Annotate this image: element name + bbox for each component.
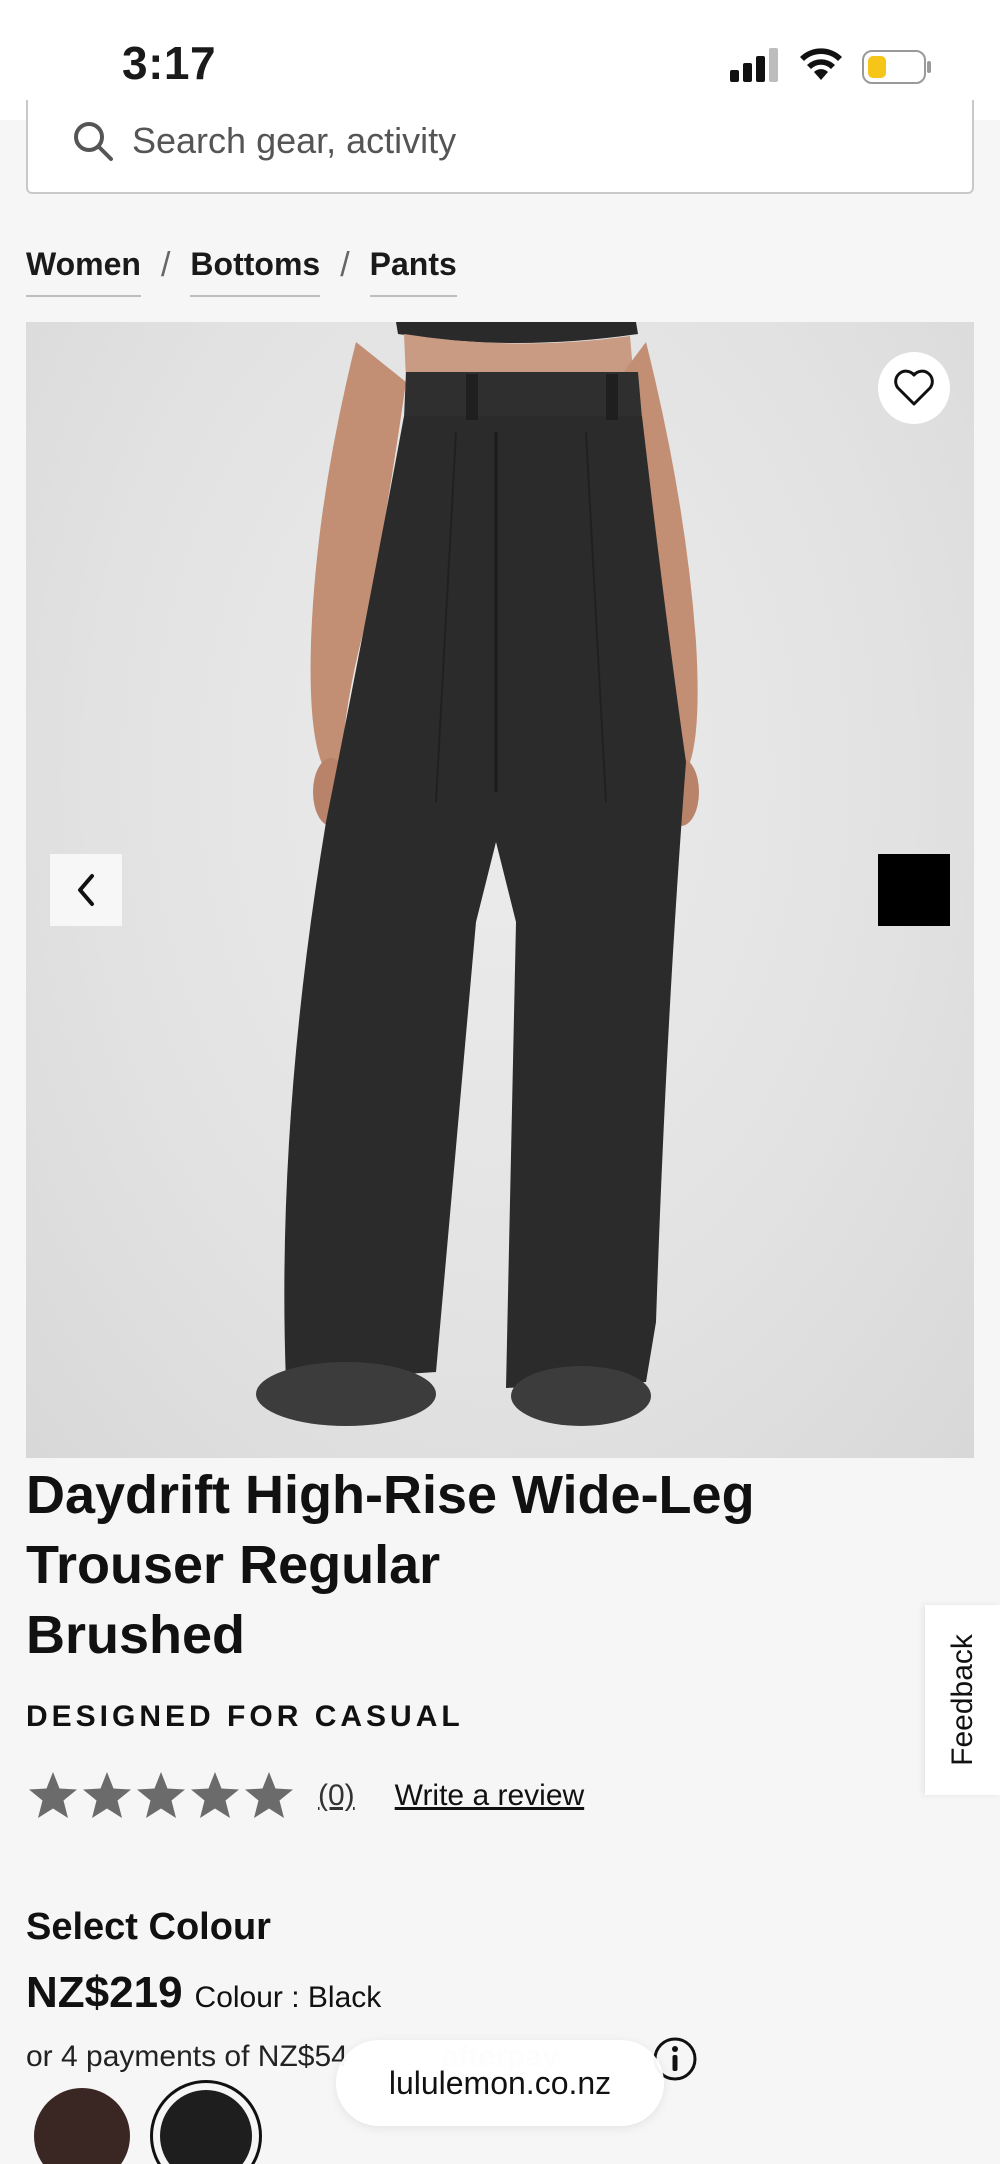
- heart-icon: [894, 369, 934, 406]
- search-input[interactable]: Search gear, activity: [132, 120, 456, 162]
- status-time: 3:17: [122, 37, 217, 89]
- colour-label: Colour : Black: [194, 1981, 382, 2014]
- breadcrumb-pants[interactable]: Pants: [369, 246, 457, 297]
- select-colour-heading: Select Colour: [26, 1906, 271, 1948]
- star-icon: [245, 1772, 293, 1818]
- wishlist-button[interactable]: [878, 352, 950, 424]
- designed-for-label: DESIGNED FOR CASUAL: [26, 1700, 464, 1733]
- product-title-line: Brushed: [26, 1605, 246, 1665]
- price-row: NZ$219 Colour : Black: [26, 1968, 381, 2018]
- battery-icon: [862, 50, 931, 84]
- product-page: 3:17 Search gear, activity Women / Botto: [0, 0, 1000, 2164]
- write-review-link[interactable]: Write a review: [395, 1779, 585, 1813]
- breadcrumb-bottoms[interactable]: Bottoms: [190, 246, 321, 297]
- colour-swatch-brown[interactable]: [34, 2088, 130, 2164]
- search-bar[interactable]: Search gear, activity: [26, 100, 974, 194]
- previous-image-button[interactable]: [50, 854, 122, 926]
- breadcrumb-women[interactable]: Women: [26, 246, 141, 297]
- browser-url-bar[interactable]: lululemon.co.nz: [336, 2040, 664, 2126]
- star-icon: [137, 1772, 185, 1818]
- installments-text: or 4 payments of NZ$54: [26, 2040, 348, 2073]
- product-photo: [256, 322, 699, 1426]
- breadcrumb: Women / Bottoms / Pants: [26, 246, 457, 306]
- star-rating: [26, 1769, 296, 1823]
- price: NZ$219: [26, 1968, 183, 2017]
- breadcrumb-separator: /: [160, 246, 171, 284]
- star-icon: [191, 1772, 239, 1818]
- wifi-icon: [800, 48, 842, 80]
- star-icon: [29, 1772, 77, 1818]
- breadcrumb-separator: /: [340, 246, 350, 284]
- search-icon: [74, 122, 113, 161]
- rating-row: (0) Write a review: [26, 1766, 584, 1826]
- product-title-line: Daydrift High-Rise Wide-Leg: [26, 1465, 755, 1525]
- product-title: Daydrift High-Rise Wide-Leg Trouser Regu…: [26, 1460, 886, 1670]
- product-title-line: Trouser Regular: [26, 1535, 441, 1595]
- review-count-link[interactable]: (0): [318, 1779, 355, 1813]
- product-image-carousel[interactable]: [26, 322, 974, 1458]
- chevron-left-icon: [78, 874, 94, 906]
- star-icon: [83, 1772, 131, 1818]
- feedback-tab[interactable]: Feedback: [925, 1605, 1000, 1795]
- cellular-signal-icon: [730, 48, 778, 82]
- next-image-button[interactable]: [878, 854, 950, 926]
- feedback-label: Feedback: [945, 1634, 979, 1766]
